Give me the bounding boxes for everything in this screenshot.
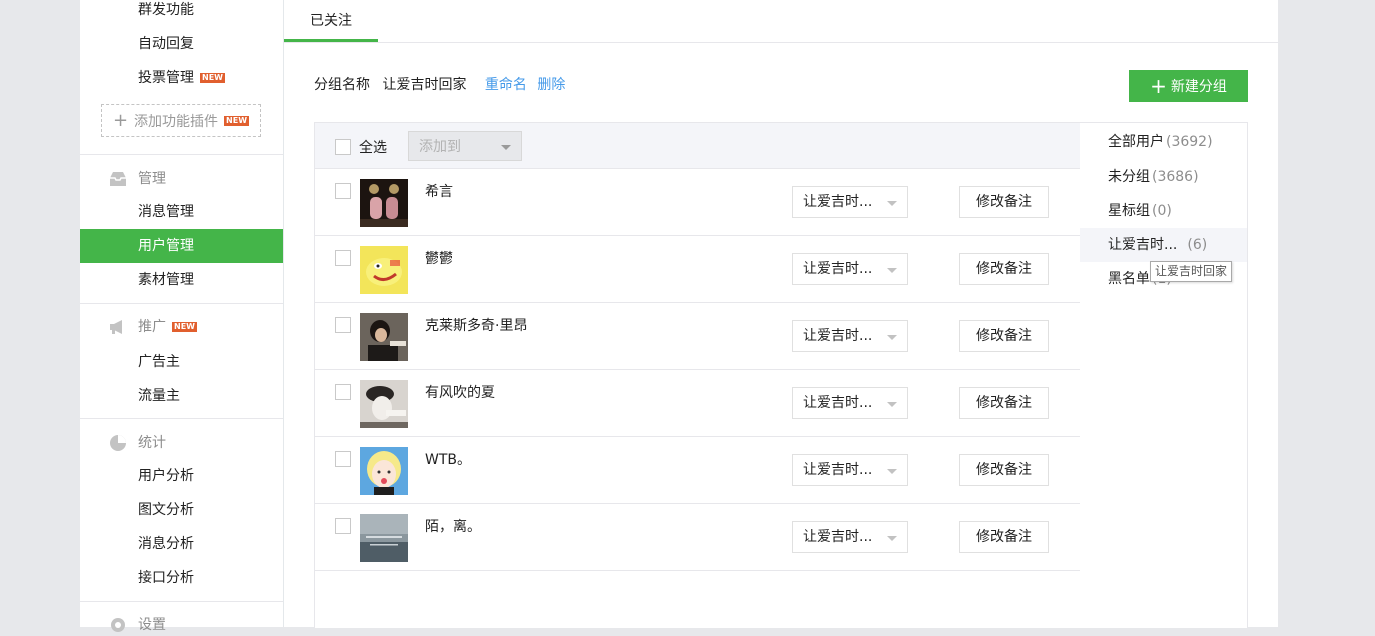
chevron-down-icon	[501, 145, 511, 150]
user-name[interactable]: 希言	[425, 181, 453, 201]
user-name[interactable]: 陌，离。	[425, 516, 481, 536]
section-manage-header: 管理	[108, 168, 166, 190]
tab-bar: 已关注	[284, 0, 1278, 43]
divider	[80, 303, 283, 304]
user-table: 全选 添加到 希言 让爱吉时... 修改备注 鬱鬱 让爱吉时... 修改备注 克…	[314, 122, 1082, 628]
divider	[80, 601, 283, 602]
row-checkbox[interactable]	[335, 183, 351, 199]
table-row: 陌，离。 让爱吉时... 修改备注	[315, 504, 1081, 571]
sidebar-item-users[interactable]: 用户管理	[138, 236, 194, 256]
sidebar-item-mass-send[interactable]: 群发功能	[138, 0, 194, 20]
select-all-checkbox[interactable]	[335, 139, 351, 155]
pie-chart-icon	[108, 434, 128, 452]
sidebar-item-publisher[interactable]: 流量主	[138, 386, 180, 406]
avatar	[360, 380, 408, 428]
main-panel: 已关注 分组名称 让爱吉时回家 重命名 删除 + 新建分组 全选 添加到 希言 …	[284, 0, 1278, 628]
edit-remark-button[interactable]: 修改备注	[959, 186, 1049, 218]
group-name-tooltip: 让爱吉时回家	[1150, 261, 1233, 282]
table-row: 希言 让爱吉时... 修改备注	[315, 169, 1081, 236]
section-settings-header: 设置	[108, 614, 166, 636]
new-badge: NEW	[200, 73, 225, 83]
section-promote-header: 推广 NEW	[108, 316, 197, 338]
sidebar-item-materials[interactable]: 素材管理	[138, 270, 194, 290]
add-plugin-button[interactable]: + 添加功能插件 NEW	[101, 104, 261, 137]
row-checkbox[interactable]	[335, 518, 351, 534]
sidebar-item-vote[interactable]: 投票管理 NEW	[138, 68, 225, 88]
plus-icon: +	[112, 110, 129, 131]
rename-link[interactable]: 重命名	[485, 77, 527, 93]
tab-followed[interactable]: 已关注	[284, 0, 378, 42]
group-select[interactable]: 让爱吉时...	[792, 454, 908, 486]
group-select[interactable]: 让爱吉时...	[792, 387, 908, 419]
group-name-value: 让爱吉时回家	[382, 77, 467, 93]
edit-remark-button[interactable]: 修改备注	[959, 320, 1049, 352]
sidebar: 群发功能 自动回复 投票管理 NEW + 添加功能插件 NEW 管理 消息管理 用…	[80, 0, 284, 633]
inbox-icon	[108, 170, 128, 188]
sidebar-item-advertiser[interactable]: 广告主	[138, 352, 180, 372]
table-row: 鬱鬱 让爱吉时... 修改备注	[315, 236, 1081, 303]
new-group-button[interactable]: + 新建分组	[1129, 70, 1248, 102]
group-select[interactable]: 让爱吉时...	[792, 186, 908, 218]
delete-link[interactable]: 删除	[537, 77, 565, 93]
group-select[interactable]: 让爱吉时...	[792, 253, 908, 285]
add-to-dropdown[interactable]: 添加到	[408, 131, 522, 161]
user-name[interactable]: 鬱鬱	[425, 248, 453, 268]
edit-remark-button[interactable]: 修改备注	[959, 454, 1049, 486]
gear-icon	[108, 616, 128, 634]
group-select[interactable]: 让爱吉时...	[792, 320, 908, 352]
avatar	[360, 447, 408, 495]
chevron-down-icon	[887, 469, 897, 474]
plus-icon: +	[1150, 74, 1167, 98]
section-stats-header: 统计	[108, 432, 166, 454]
edit-remark-button[interactable]: 修改备注	[959, 387, 1049, 419]
group-item-ungrouped[interactable]: 未分组 (3686)	[1080, 160, 1247, 194]
divider	[80, 154, 283, 155]
group-item-starred[interactable]: 星标组 (0)	[1080, 194, 1247, 228]
chevron-down-icon	[887, 201, 897, 206]
new-badge: NEW	[172, 322, 197, 332]
megaphone-icon	[108, 318, 128, 336]
user-name[interactable]: 有风吹的夏	[425, 382, 495, 402]
avatar	[360, 179, 408, 227]
edit-remark-button[interactable]: 修改备注	[959, 521, 1049, 553]
row-checkbox[interactable]	[335, 317, 351, 333]
sidebar-item-api-analysis[interactable]: 接口分析	[138, 568, 194, 588]
sidebar-item-message-analysis[interactable]: 消息分析	[138, 534, 194, 554]
group-name-label: 分组名称	[314, 77, 370, 93]
group-list: 全部用户 (3692) 未分组 (3686) 星标组 (0) 让爱吉时... (6) 黑…	[1080, 122, 1248, 628]
row-checkbox[interactable]	[335, 250, 351, 266]
row-checkbox[interactable]	[335, 451, 351, 467]
group-item-current[interactable]: 让爱吉时... (6)	[1080, 228, 1247, 262]
chevron-down-icon	[887, 402, 897, 407]
group-item-all[interactable]: 全部用户 (3692)	[1080, 125, 1247, 159]
sidebar-item-user-analysis[interactable]: 用户分析	[138, 466, 194, 486]
table-header: 全选 添加到	[315, 123, 1081, 169]
group-info: 分组名称 让爱吉时回家 重命名 删除	[314, 74, 565, 96]
chevron-down-icon	[887, 335, 897, 340]
edit-remark-button[interactable]: 修改备注	[959, 253, 1049, 285]
row-checkbox[interactable]	[335, 384, 351, 400]
user-name[interactable]: WTB。	[425, 449, 471, 469]
group-select[interactable]: 让爱吉时...	[792, 521, 908, 553]
avatar	[360, 514, 408, 562]
user-name[interactable]: 克莱斯多奇·里昂	[425, 315, 527, 335]
sidebar-item-messages[interactable]: 消息管理	[138, 202, 194, 222]
chevron-down-icon	[887, 268, 897, 273]
new-badge: NEW	[224, 115, 250, 126]
avatar	[360, 246, 408, 294]
table-row: WTB。 让爱吉时... 修改备注	[315, 437, 1081, 504]
select-all-label: 全选	[359, 140, 387, 156]
table-row: 克莱斯多奇·里昂 让爱吉时... 修改备注	[315, 303, 1081, 370]
chevron-down-icon	[887, 536, 897, 541]
avatar	[360, 313, 408, 361]
divider	[80, 418, 283, 419]
sidebar-item-auto-reply[interactable]: 自动回复	[138, 34, 194, 54]
table-row: 有风吹的夏 让爱吉时... 修改备注	[315, 370, 1081, 437]
sidebar-item-article-analysis[interactable]: 图文分析	[138, 500, 194, 520]
